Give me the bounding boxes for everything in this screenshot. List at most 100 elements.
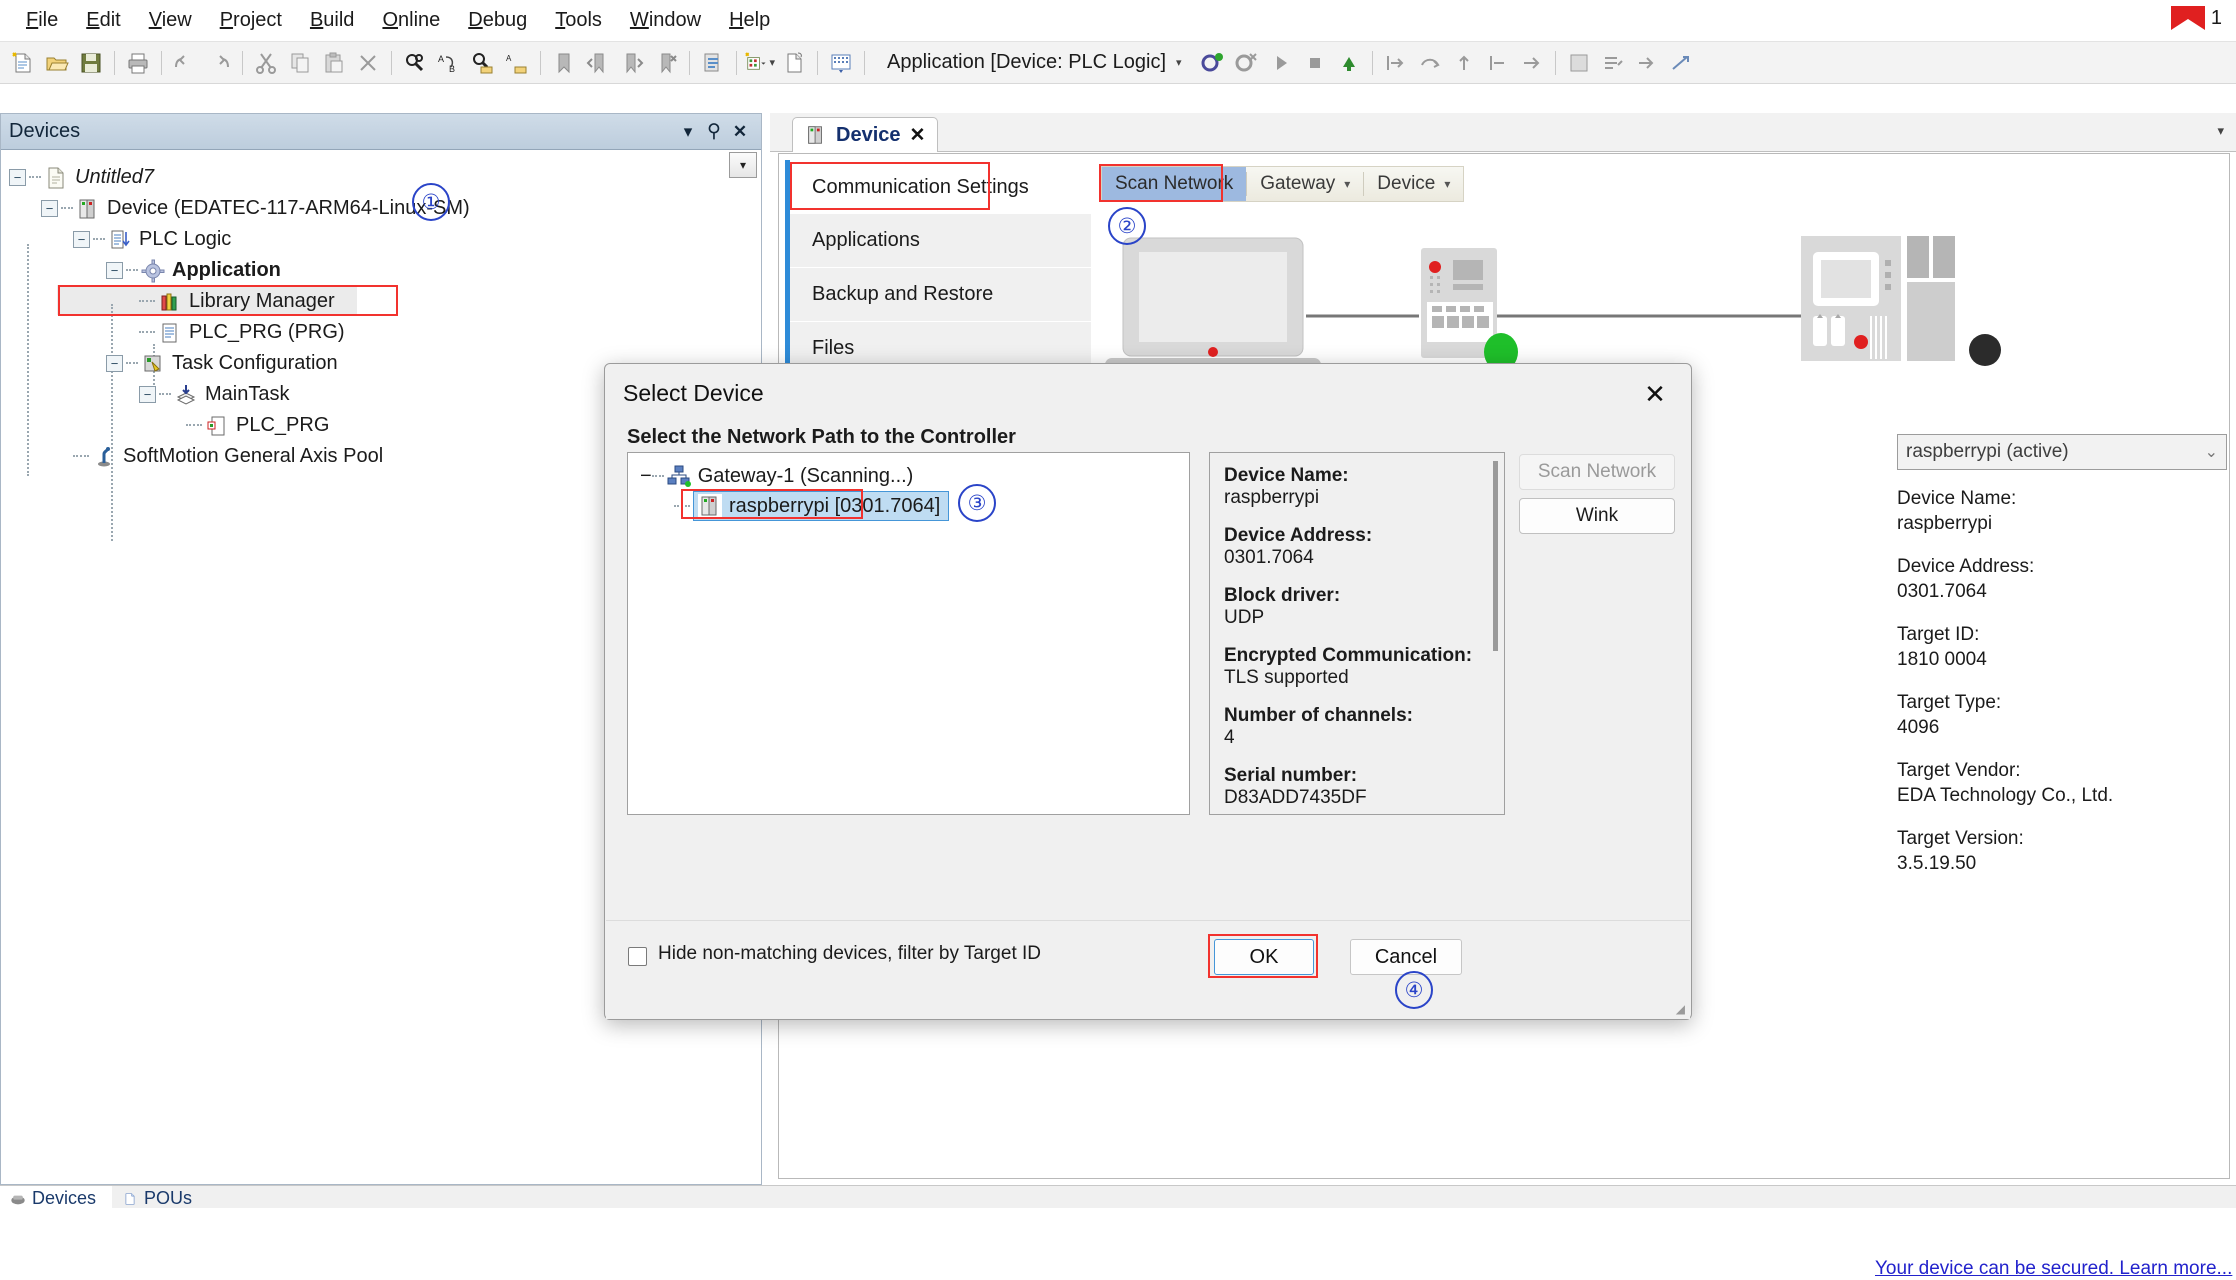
find-icon[interactable] <box>400 48 430 78</box>
next-bookmark-icon[interactable] <box>617 48 647 78</box>
expander-minus-icon[interactable]: − <box>106 262 123 279</box>
tree-item-untitled7[interactable]: − Untitled7 <box>1 162 761 193</box>
gateway-device-value: raspberrypi (active) <box>1906 441 2069 463</box>
dialog-scan-network-button[interactable]: Scan Network <box>1519 454 1675 490</box>
toolbar-separator <box>391 51 392 75</box>
nav-item-communication-settings[interactable]: Communication Settings <box>790 160 1091 214</box>
close-icon[interactable]: ✕ <box>1629 372 1681 416</box>
hide-non-matching-checkbox[interactable] <box>628 947 647 966</box>
generate-code-icon[interactable]: ▾ <box>745 48 775 78</box>
step-into-icon[interactable] <box>1381 48 1411 78</box>
force-values-icon[interactable] <box>1632 48 1662 78</box>
menu-item-help[interactable]: Help <box>715 5 784 36</box>
detail-block-driver-value: UDP <box>1224 607 1490 629</box>
ok-button[interactable]: OK <box>1214 939 1314 975</box>
resize-grip-icon[interactable]: ◢ <box>1676 1002 1685 1016</box>
expander-minus-icon[interactable]: − <box>640 465 652 488</box>
dialog-device-selection[interactable]: raspberrypi [0301.7064] <box>693 491 949 521</box>
tab-device[interactable]: Device ✕ <box>792 117 938 152</box>
menu-item-file[interactable]: FFileile <box>12 5 72 36</box>
tree-connector <box>126 269 138 272</box>
close-icon[interactable]: ✕ <box>910 124 926 147</box>
dialog-details-scrollbar[interactable] <box>1491 459 1500 809</box>
nav-item-backup-and-restore[interactable]: Backup and Restore <box>790 268 1091 322</box>
tree-item-device[interactable]: − Device (EDATEC-117-ARM64-Linux-SM) <box>1 193 761 224</box>
delete-icon[interactable] <box>353 48 383 78</box>
bottom-tab-pous[interactable]: POUs <box>112 1186 208 1209</box>
logout-icon[interactable] <box>1232 48 1262 78</box>
menu-item-debug[interactable]: Debug <box>454 5 541 36</box>
write-values-icon[interactable] <box>1598 48 1628 78</box>
tree-item-plc-logic[interactable]: − PLC Logic <box>1 224 761 255</box>
start-icon[interactable] <box>1266 48 1296 78</box>
step-out-icon[interactable] <box>1449 48 1479 78</box>
tree-item-library-manager[interactable]: Library Manager <box>1 286 761 317</box>
new-view-icon[interactable] <box>779 48 809 78</box>
redo-icon[interactable] <box>204 48 234 78</box>
paste-icon[interactable] <box>319 48 349 78</box>
replace-icon[interactable]: AB <box>434 48 464 78</box>
active-application-combo[interactable]: Application [Device: PLC Logic] ▾ <box>881 48 1188 78</box>
open-folder-icon[interactable] <box>42 48 72 78</box>
expander-minus-icon[interactable]: − <box>9 169 26 186</box>
gateway-menu-button[interactable]: Gateway ▾ <box>1247 167 1363 201</box>
menu-item-build[interactable]: Build <box>296 5 368 36</box>
menu-item-project[interactable]: Project <box>206 5 296 36</box>
device-info-panel: raspberrypi (active) ⌄ Device Name: rasp… <box>1897 434 2227 876</box>
clear-bookmark-icon[interactable] <box>651 48 681 78</box>
build-icon[interactable] <box>698 48 728 78</box>
dialog-tree-item-gateway[interactable]: − Gateway-1 (Scanning...) <box>628 461 1189 491</box>
device-command-bar: Scan Network Gateway ▾ Device ▾ <box>1101 166 1464 202</box>
dialog-wink-button[interactable]: Wink <box>1519 498 1675 534</box>
chevron-down-icon[interactable]: ▾ <box>2217 123 2224 139</box>
close-icon[interactable]: ✕ <box>727 119 753 145</box>
device-menu-button[interactable]: Device ▾ <box>1364 167 1463 201</box>
dialog-tree-item-raspberrypi[interactable]: raspberrypi [0301.7064] <box>628 491 1189 521</box>
menu-item-view[interactable]: View <box>135 5 206 36</box>
run-to-cursor-icon[interactable] <box>1483 48 1513 78</box>
scrollbar-thumb[interactable] <box>1493 461 1498 651</box>
toggle-breakpoint-icon[interactable] <box>1564 48 1594 78</box>
cut-icon[interactable] <box>251 48 281 78</box>
cross-reference-icon[interactable] <box>826 48 856 78</box>
expander-minus-icon[interactable]: − <box>73 231 90 248</box>
expander-minus-icon[interactable]: − <box>139 386 156 403</box>
login-icon[interactable] <box>1198 48 1228 78</box>
menu-item-tools[interactable]: Tools <box>541 5 616 36</box>
tree-connector <box>186 424 202 427</box>
bottom-tab-devices[interactable]: Devices <box>0 1186 112 1209</box>
toolbar-separator <box>689 51 690 75</box>
save-icon[interactable] <box>76 48 106 78</box>
gateway-device-select[interactable]: raspberrypi (active) ⌄ <box>1897 434 2227 470</box>
scan-network-button[interactable]: Scan Network <box>1102 167 1246 201</box>
menu-item-window[interactable]: Window <box>616 5 715 36</box>
expander-minus-icon[interactable]: − <box>41 200 58 217</box>
device-security-link[interactable]: Your device can be secured. Learn more..… <box>1875 1258 2232 1280</box>
set-next-statement-icon[interactable] <box>1517 48 1547 78</box>
menu-item-edit[interactable]: Edit <box>72 5 134 36</box>
find-in-files-icon[interactable] <box>468 48 498 78</box>
stop-icon[interactable] <box>1300 48 1330 78</box>
tree-item-application[interactable]: − Application <box>1 255 761 286</box>
new-file-icon[interactable] <box>8 48 38 78</box>
tree-item-plc-prg-pou[interactable]: PLC_PRG (PRG) <box>1 317 761 348</box>
bookmark-icon[interactable] <box>549 48 579 78</box>
notification-indicator[interactable]: 1 <box>2171 6 2222 30</box>
nav-item-applications[interactable]: Applications <box>790 214 1091 268</box>
replace-in-files-icon[interactable]: A <box>502 48 532 78</box>
print-icon[interactable] <box>123 48 153 78</box>
dialog-footer: Hide non-matching devices, filter by Tar… <box>606 920 1690 1019</box>
step-over-icon[interactable] <box>1415 48 1445 78</box>
reset-icon[interactable] <box>1334 48 1364 78</box>
previous-bookmark-icon[interactable] <box>583 48 613 78</box>
flow-control-icon[interactable] <box>1666 48 1696 78</box>
cancel-button[interactable]: Cancel <box>1350 939 1462 975</box>
copy-icon[interactable] <box>285 48 315 78</box>
undo-icon[interactable] <box>170 48 200 78</box>
chevron-down-icon[interactable]: ▾ <box>675 119 701 145</box>
pin-icon[interactable]: ⚲ <box>701 119 727 145</box>
expander-minus-icon[interactable]: − <box>106 355 123 372</box>
notification-count: 1 <box>2211 7 2222 30</box>
detail-encrypted-communication-key: Encrypted Communication: <box>1224 645 1490 667</box>
menu-item-online[interactable]: Online <box>368 5 454 36</box>
